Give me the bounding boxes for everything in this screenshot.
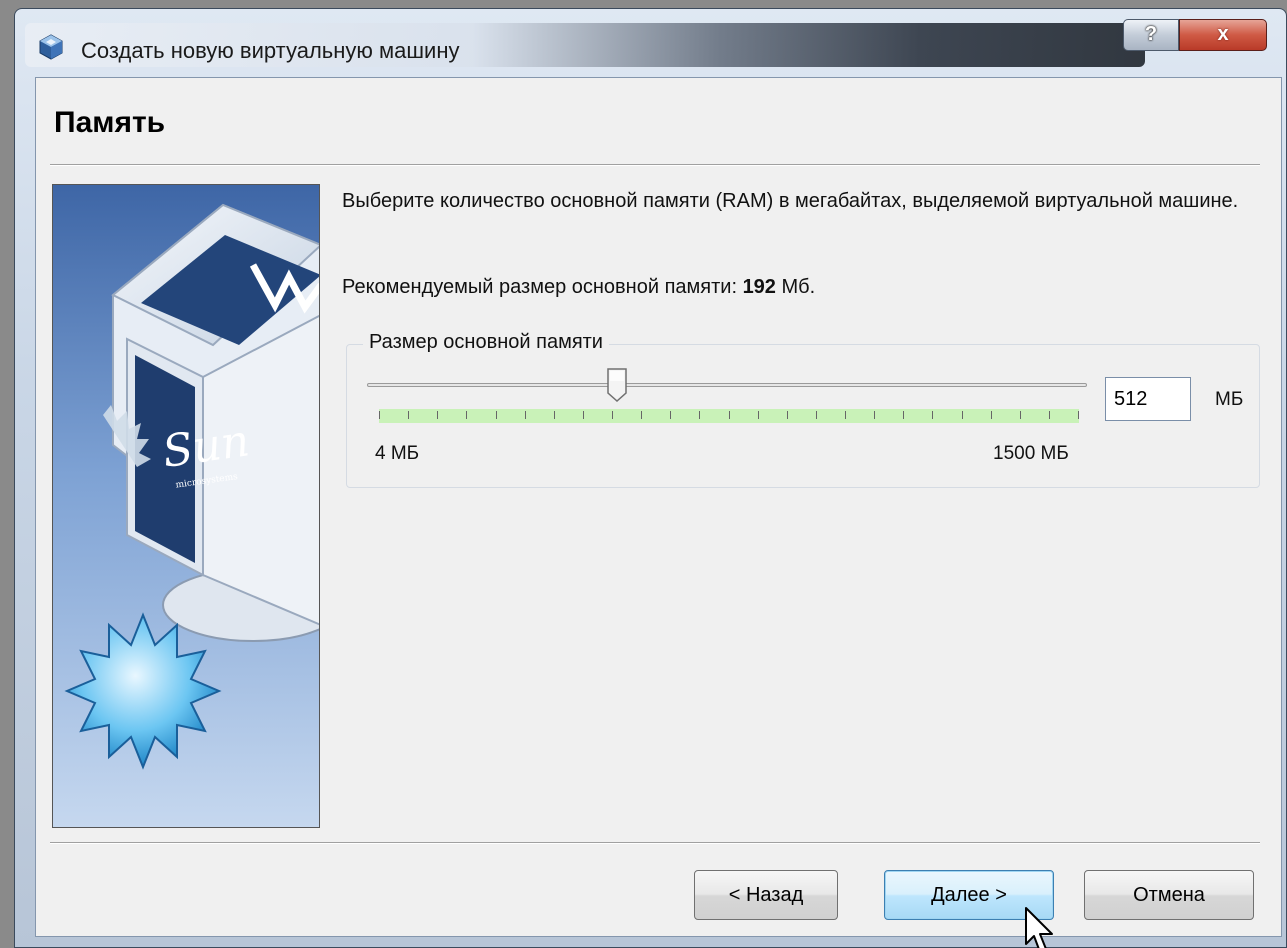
slider-tick xyxy=(1078,411,1079,419)
memory-slider-ticks xyxy=(379,409,1079,423)
dialog-body: Память Sun microsystems Выберите количес… xyxy=(35,77,1282,948)
slider-tick xyxy=(816,411,817,419)
memory-min-label: 4 МБ xyxy=(375,443,420,464)
slider-tick xyxy=(554,411,555,419)
slider-tick xyxy=(932,411,933,419)
slider-tick xyxy=(962,411,963,419)
footer-divider xyxy=(50,842,1260,844)
slider-tick xyxy=(991,411,992,419)
recommended-memory-text: Рекомендуемый размер основной памяти: 19… xyxy=(342,276,815,299)
slider-tick xyxy=(1020,411,1021,419)
title-bar[interactable]: Создать новую виртуальную машину ? x xyxy=(15,9,1286,77)
slider-tick xyxy=(379,411,380,419)
slider-tick xyxy=(641,411,642,419)
slider-tick xyxy=(729,411,730,419)
memory-slider-track[interactable] xyxy=(367,383,1087,387)
virtualbox-icon xyxy=(39,34,63,60)
slider-tick xyxy=(787,411,788,419)
recommend-suffix: Мб. xyxy=(775,276,816,298)
recommended-memory-value: 192 xyxy=(742,276,776,298)
window-title: Создать новую виртуальную машину xyxy=(81,38,460,63)
wizard-side-image: Sun microsystems xyxy=(52,184,320,828)
back-button[interactable]: < Назад xyxy=(694,870,838,920)
close-button[interactable]: x xyxy=(1179,19,1267,51)
slider-tick xyxy=(496,411,497,419)
recommend-prefix: Рекомендуемый размер основной памяти: xyxy=(342,276,743,298)
slider-tick xyxy=(612,411,613,419)
slider-tick xyxy=(699,411,700,419)
help-button[interactable]: ? xyxy=(1123,19,1179,51)
slider-tick xyxy=(903,411,904,419)
slider-tick xyxy=(874,411,875,419)
slider-tick xyxy=(466,411,467,419)
memory-size-input[interactable] xyxy=(1105,377,1191,421)
slider-tick xyxy=(583,411,584,419)
slider-tick xyxy=(758,411,759,419)
slider-tick xyxy=(1049,411,1050,419)
page-description: Выберите количество основной памяти (RAM… xyxy=(342,190,1239,212)
slider-tick xyxy=(670,411,671,419)
dialog-window: Создать новую виртуальную машину ? x Пам… xyxy=(14,8,1287,948)
slider-tick xyxy=(845,411,846,419)
mouse-cursor-icon xyxy=(1025,907,1053,948)
cancel-button[interactable]: Отмена xyxy=(1084,870,1254,920)
memory-size-group: Размер основной памяти 4 МБ 1500 МБ МБ xyxy=(346,331,1260,488)
memory-size-group-label: Размер основной памяти xyxy=(363,331,609,354)
slider-tick xyxy=(525,411,526,419)
virtualbox-logo-illustration: Sun microsystems xyxy=(53,185,319,827)
memory-slider-thumb[interactable] xyxy=(606,367,628,403)
page-title: Память xyxy=(54,106,166,139)
close-icon: x xyxy=(1217,23,1229,45)
memory-unit-label: МБ xyxy=(1215,389,1244,410)
slider-tick xyxy=(437,411,438,419)
memory-max-label: 1500 МБ xyxy=(993,443,1069,464)
slider-tick xyxy=(408,411,409,419)
header-divider xyxy=(50,164,1260,166)
